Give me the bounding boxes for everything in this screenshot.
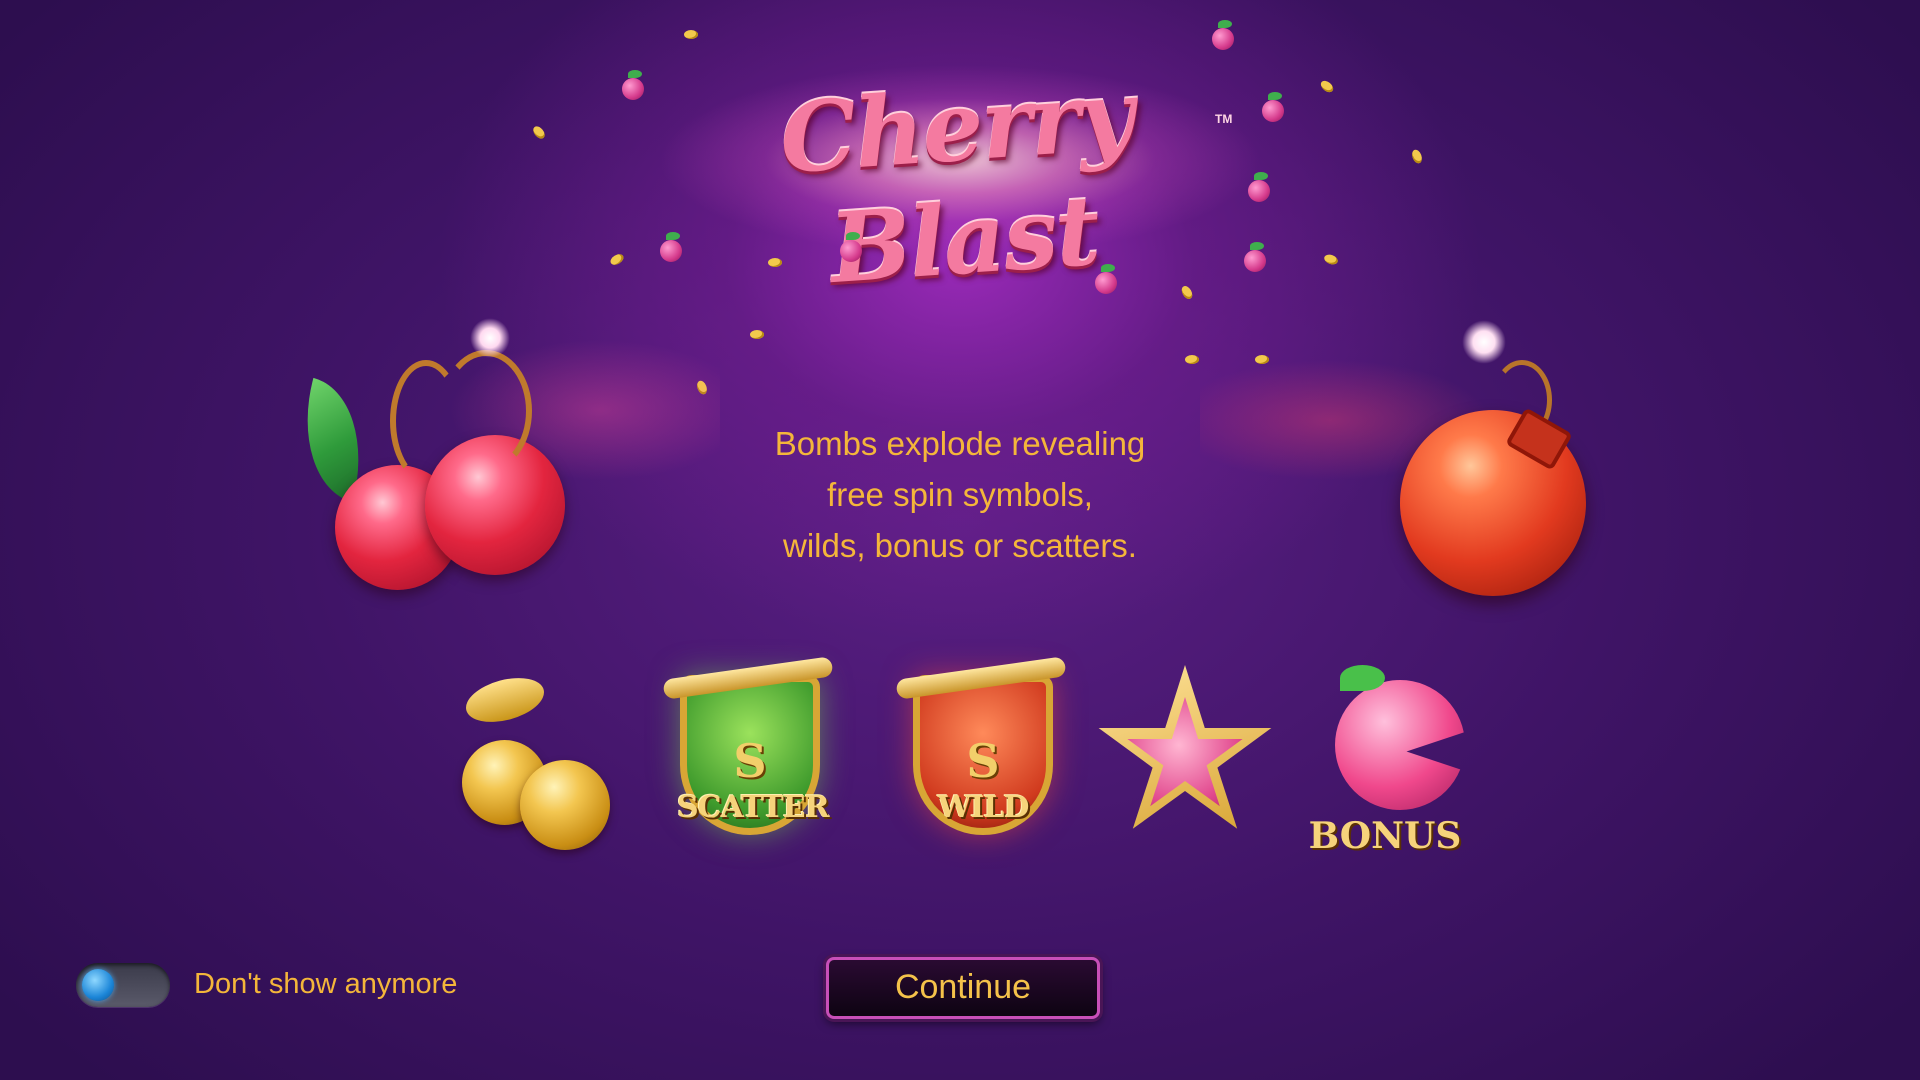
toggle-knob: [82, 969, 114, 1001]
wild-symbol: S WILD: [888, 650, 1068, 860]
pixel-leaf: [1340, 665, 1385, 691]
coin-confetti: [768, 258, 782, 267]
coin-confetti: [1179, 284, 1195, 301]
symbol-row: S SCATTER S WILD BONUS: [440, 650, 1500, 870]
golden-cherry-right: [520, 760, 610, 850]
game-logo: Cherry Blast: [640, 40, 1280, 305]
cherry-confetti: [840, 232, 862, 262]
coin-confetti: [608, 252, 626, 267]
coin-confetti: [531, 124, 547, 141]
scatter-shield: S SCATTER: [677, 675, 830, 835]
golden-cherry-symbol: [450, 650, 630, 860]
golden-leaf: [461, 670, 549, 730]
cherry-stem: [440, 350, 532, 472]
coin-confetti: [1318, 78, 1336, 95]
dont-show-label[interactable]: Don't show anymore: [194, 968, 457, 1001]
description-line: wilds, bonus or scatters.: [783, 527, 1137, 564]
description-line: Bombs explode revealing: [774, 425, 1146, 462]
cherry-confetti: [1262, 92, 1284, 122]
description-line: free spin symbols,: [827, 476, 1093, 513]
star-symbol: [1090, 650, 1272, 860]
scatter-symbol: S SCATTER: [655, 650, 835, 860]
coin-confetti: [750, 330, 764, 339]
cherry-confetti: [1244, 242, 1266, 272]
fuse-spark-icon: [470, 318, 510, 358]
fuse-spark-icon: [1462, 320, 1506, 364]
wild-letter: S: [966, 734, 1000, 788]
coin-confetti: [1185, 355, 1199, 364]
cherry-confetti: [660, 232, 682, 262]
pixel-cherry-icon: [1335, 680, 1465, 810]
bonus-label: BONUS: [1308, 815, 1462, 857]
continue-button-label: Continue: [894, 968, 1032, 1006]
wild-label: WILD: [937, 790, 1030, 825]
scatter-letter: S: [733, 734, 767, 788]
cherry-bomb-illustration: [284, 330, 590, 620]
coin-confetti: [1322, 252, 1340, 267]
cherry-confetti: [1248, 172, 1270, 202]
cherry-confetti: [622, 70, 644, 100]
feature-description: Bombs explode revealing free spin symbol…: [660, 418, 1260, 571]
coin-confetti: [1410, 148, 1424, 165]
logo-trademark: TM: [1215, 112, 1233, 126]
scatter-label: SCATTER: [677, 790, 830, 825]
dont-show-toggle[interactable]: [76, 963, 170, 1007]
coin-confetti: [684, 30, 698, 39]
bonus-symbol: BONUS: [1285, 650, 1485, 860]
cherry-confetti: [1095, 264, 1117, 294]
logo-title: Cherry Blast: [776, 57, 1136, 306]
cherry-confetti: [1212, 20, 1234, 50]
wild-shield: S WILD: [913, 675, 1053, 835]
continue-button[interactable]: Continue: [826, 957, 1100, 1019]
